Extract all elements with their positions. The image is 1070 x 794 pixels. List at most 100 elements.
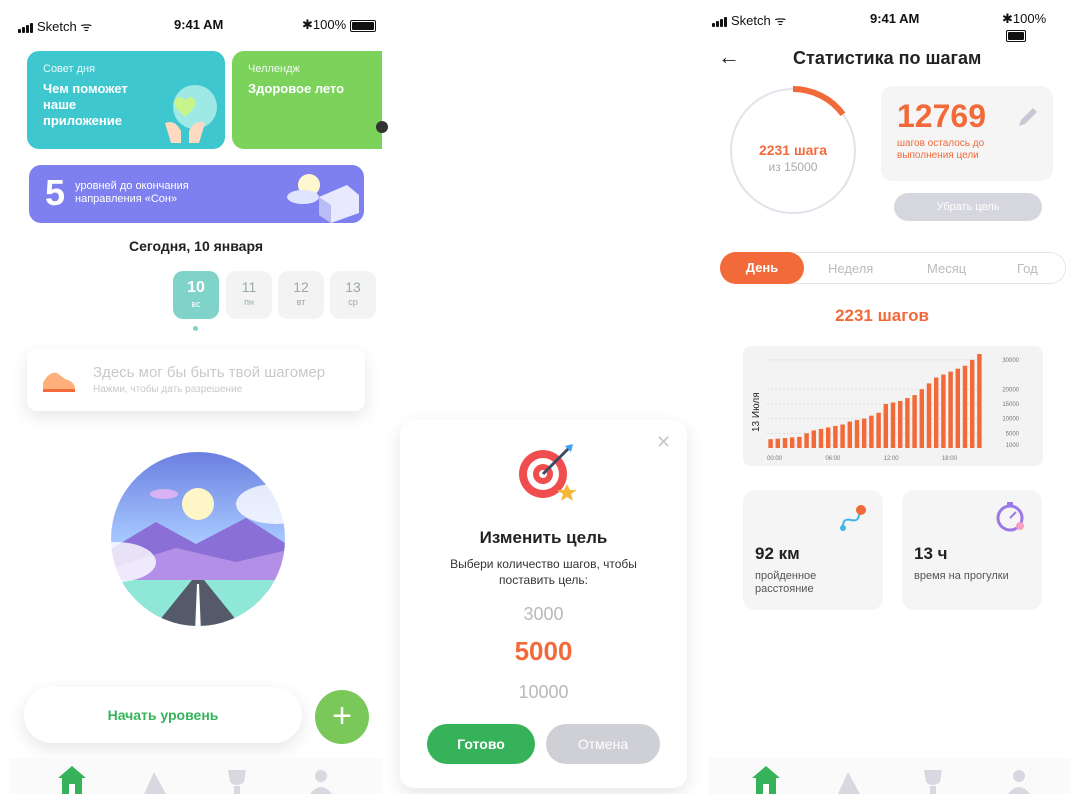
- remaining-steps: 12769: [897, 98, 986, 134]
- bar: [797, 436, 802, 448]
- bar: [775, 438, 781, 448]
- x-tick-label: 12:00: [884, 456, 900, 462]
- trophy-icon[interactable]: [918, 768, 948, 794]
- status-bar-left: Sketch ᯤ: [18, 17, 92, 35]
- close-icon[interactable]: ✕: [656, 432, 671, 453]
- tab-day[interactable]: День: [720, 252, 804, 284]
- carrier: Sketch: [37, 19, 77, 34]
- steps-chart: 30000 20000 15000 10000 5000 1000 00:00 06:00 12…: [743, 346, 1043, 466]
- trophy-icon[interactable]: [222, 768, 252, 794]
- battery-icon: [1006, 29, 1026, 42]
- signal-icon: [18, 22, 34, 33]
- levels-card[interactable]: 5 уровней до окончания направления «Сон»: [29, 165, 364, 223]
- tip-card[interactable]: Совет дня Чем поможет наше приложение: [27, 51, 225, 149]
- pedometer-title: Здесь мог бы быть твой шагомер: [93, 364, 326, 381]
- challenge-card-text: Здоровое лето: [248, 81, 345, 96]
- bar: [933, 377, 939, 448]
- bar: [948, 371, 953, 448]
- bar: [926, 383, 932, 448]
- tab-month[interactable]: Месяц: [927, 261, 966, 276]
- bar: [825, 427, 831, 448]
- heart-hands-illustration: [165, 85, 217, 143]
- start-level-button[interactable]: Начать уровень: [24, 687, 302, 743]
- day-weekday: ср: [348, 297, 358, 307]
- tab-week[interactable]: Неделя: [828, 261, 873, 276]
- cancel-button[interactable]: Отмена: [546, 724, 660, 764]
- road-landscape-illustration: [76, 452, 316, 626]
- tip-card-title: Совет дня: [43, 63, 96, 75]
- bar: [847, 421, 853, 448]
- add-button[interactable]: +: [315, 690, 369, 744]
- bar: [883, 403, 889, 448]
- bar: [840, 424, 845, 448]
- profile-icon[interactable]: [308, 768, 334, 794]
- bar: [861, 418, 867, 448]
- picker-option-5000[interactable]: 5000: [400, 636, 687, 667]
- today-dot: [193, 326, 198, 331]
- bar: [869, 415, 874, 448]
- directions-icon[interactable]: [834, 768, 864, 794]
- x-tick-label: 06:00: [825, 456, 841, 462]
- bar: [811, 430, 817, 448]
- day-chip-11[interactable]: 11 пн: [226, 271, 272, 319]
- steps-chart-svg: 30000 20000 15000 10000 5000 1000 00:00 06:00 12…: [751, 354, 1020, 462]
- sneaker-icon: [43, 372, 75, 392]
- y-tick-label: 10000: [1002, 417, 1019, 423]
- remaining-text: шагов осталось до выполнения цели: [897, 138, 985, 161]
- status-time: 9:41 AM: [174, 17, 224, 32]
- home-icon[interactable]: [750, 764, 782, 794]
- bar: [804, 433, 809, 448]
- change-goal-modal: ✕ Изменить цель Выбери количество шагов,…: [400, 420, 687, 788]
- battery-percent: 100%: [312, 17, 347, 32]
- back-icon[interactable]: ←: [718, 44, 740, 70]
- day-weekday: вт: [296, 297, 306, 307]
- bar: [955, 368, 961, 448]
- challenge-card[interactable]: Челлендж Здоровое лето: [232, 51, 388, 149]
- status-time-3: 9:41 AM: [870, 11, 920, 26]
- distance-label: пройденное расстояние: [755, 570, 817, 595]
- home-icon[interactable]: [56, 764, 88, 794]
- bar: [854, 420, 860, 448]
- sleep-bed-illustration: [287, 174, 359, 223]
- remaining-card: 12769 шагов осталось до выполнения цели: [881, 86, 1053, 181]
- walk-time-label: время на прогулки: [914, 570, 1009, 582]
- pedometer-subtitle: Нажми, чтобы дать разрешение: [93, 384, 243, 395]
- y-tick-label: 1000: [1006, 443, 1020, 449]
- day-number: 10: [187, 279, 205, 296]
- y-tick-label: 30000: [1002, 358, 1019, 364]
- y-tick-label: 15000: [1002, 402, 1019, 408]
- remove-goal-button[interactable]: Убрать цель: [894, 193, 1042, 221]
- bar: [962, 365, 968, 448]
- profile-icon[interactable]: [1006, 768, 1032, 794]
- picker-option-3000[interactable]: 3000: [400, 604, 687, 625]
- bluetooth-icon: ✱: [302, 17, 313, 32]
- signal-icon: [712, 16, 728, 27]
- done-button[interactable]: Готово: [427, 724, 535, 764]
- levels-number: 5: [45, 172, 66, 213]
- edit-pencil-icon[interactable]: [1015, 104, 1041, 130]
- route-icon: [840, 505, 866, 531]
- y-tick-label: 5000: [1006, 431, 1020, 437]
- day-chip-12[interactable]: 12 вт: [278, 271, 324, 319]
- directions-icon[interactable]: [140, 768, 170, 794]
- wifi-icon: ᯤ: [774, 13, 787, 28]
- day-chip-13[interactable]: 13 ср: [330, 271, 376, 319]
- tab-year[interactable]: Год: [1017, 261, 1038, 276]
- modal-subtitle: Выбери количество шагов, чтобы поставить…: [450, 557, 637, 587]
- pedometer-card[interactable]: Здесь мог бы быть твой шагомер Нажми, чт…: [27, 349, 365, 411]
- bar: [969, 359, 975, 448]
- steps-total: 2231 шагов: [835, 306, 929, 325]
- battery-percent: 100%: [1012, 11, 1047, 26]
- tip-card-text: Чем поможет наше приложение: [43, 81, 128, 128]
- x-tick-label: 00:00: [767, 456, 783, 462]
- y-tick-label: 20000: [1002, 387, 1019, 393]
- status-battery-3: ✱100%: [1002, 11, 1070, 42]
- carrier: Sketch: [731, 13, 771, 28]
- wifi-icon: ᯤ: [80, 19, 93, 34]
- picker-option-10000[interactable]: 10000: [400, 682, 687, 703]
- day-weekday: пн: [244, 297, 254, 307]
- stopwatch-icon: [996, 502, 1024, 532]
- target-icon: [519, 444, 577, 501]
- day-chip-10[interactable]: 10 вс: [173, 271, 219, 319]
- ring-steps: 2231 шага: [758, 142, 828, 158]
